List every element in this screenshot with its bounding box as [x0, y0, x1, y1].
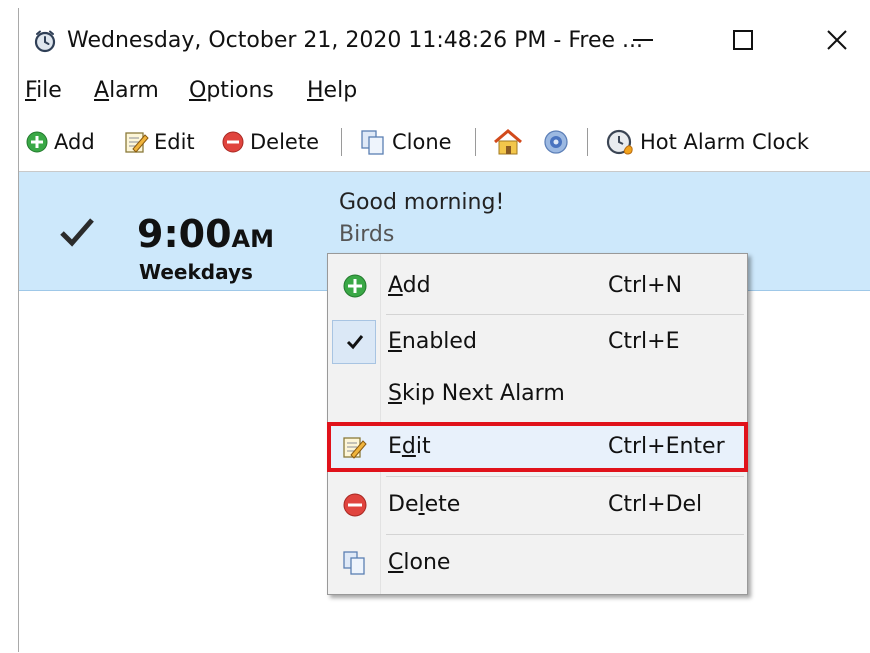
toolbar-separator: [475, 128, 476, 156]
toolbar-edit-label: Edit: [154, 130, 195, 154]
toolbar-clone-button[interactable]: Clone: [359, 126, 452, 158]
label-accel: C: [388, 550, 404, 575]
help-icon: [544, 130, 568, 154]
label-part: De: [388, 492, 419, 517]
menu-help-label: elp: [323, 78, 358, 103]
context-menu-enabled-label: Enabled: [388, 329, 477, 354]
context-menu-enabled[interactable]: Enabled Ctrl+E: [328, 320, 747, 364]
menu-alarm-label: larm: [109, 78, 159, 103]
clone-icon: [343, 551, 365, 575]
home-icon: [494, 129, 522, 155]
context-menu-divider: [386, 476, 744, 477]
label-accel: S: [388, 381, 402, 406]
menu-file-label: ile: [36, 78, 62, 103]
context-menu-delete[interactable]: Delete Ctrl+Del: [328, 483, 747, 527]
context-menu-add-shortcut: Ctrl+N: [608, 273, 683, 298]
label-part: dd: [402, 273, 431, 298]
label-part: lone: [403, 550, 451, 575]
toolbar-clone-label: Clone: [392, 130, 452, 154]
hot-alarm-clock-icon: [606, 129, 633, 155]
label-accel: d: [401, 434, 416, 459]
context-menu-edit-label: Edit: [388, 434, 431, 459]
add-icon: [343, 274, 367, 298]
toolbar-hot-alarm-clock-label: Hot Alarm Clock: [640, 130, 810, 154]
menu-file[interactable]: File: [25, 78, 62, 103]
toolbar: Add Edit Delete Clone Hot Alarm Clock: [19, 120, 870, 162]
context-menu-divider: [386, 534, 744, 535]
edit-icon: [125, 132, 149, 153]
label-accel: A: [388, 273, 403, 298]
toolbar-help-button[interactable]: [543, 126, 574, 158]
menu-file-accel: F: [25, 78, 37, 103]
edit-icon: [343, 437, 367, 459]
alarm-clock-app-icon: [34, 30, 56, 53]
label-part: it: [415, 434, 431, 459]
label-part: ete: [424, 492, 461, 517]
context-menu-enabled-shortcut: Ctrl+E: [608, 329, 680, 354]
label-accel: E: [388, 329, 402, 354]
toolbar-separator: [341, 128, 342, 156]
minimize-button[interactable]: [615, 18, 671, 62]
menu-bar: File Alarm Options Help: [19, 78, 870, 112]
context-menu-skip-next-alarm[interactable]: Skip Next Alarm: [328, 372, 747, 416]
context-menu-skip-label: Skip Next Alarm: [388, 381, 565, 406]
label-part: kip Next Alarm: [401, 381, 565, 406]
alarm-time-value: 9:00: [137, 212, 232, 256]
close-button[interactable]: [809, 18, 865, 62]
close-icon: [827, 30, 847, 50]
context-menu-delete-label: Delete: [388, 492, 460, 517]
toolbar-hot-alarm-clock-button[interactable]: Hot Alarm Clock: [605, 126, 809, 158]
label-part: E: [388, 434, 402, 459]
menu-options-accel: O: [189, 78, 207, 103]
context-menu-add-label: Add: [388, 273, 431, 298]
alarm-enabled-checkmark-icon[interactable]: [59, 216, 95, 248]
minimize-icon: [633, 39, 653, 41]
maximize-icon: [733, 30, 753, 50]
toolbar-edit-button[interactable]: Edit: [123, 126, 195, 158]
window-title: Wednesday, October 21, 2020 11:48:26 PM …: [67, 28, 643, 53]
delete-icon: [222, 131, 244, 153]
menu-options[interactable]: Options: [189, 78, 274, 103]
alarm-ampm: AM: [231, 225, 274, 253]
menu-help[interactable]: Help: [307, 78, 357, 103]
maximize-button[interactable]: [715, 18, 771, 62]
toolbar-separator: [587, 128, 588, 156]
context-menu-edit-shortcut: Ctrl+Enter: [608, 434, 725, 459]
context-menu-clone[interactable]: Clone: [328, 541, 747, 585]
menu-options-label: ptions: [206, 78, 274, 103]
menu-alarm[interactable]: Alarm: [94, 78, 159, 103]
label-part: nabled: [401, 329, 477, 354]
checkmark-icon: [346, 335, 364, 350]
clone-icon: [361, 130, 384, 155]
title-bar[interactable]: Wednesday, October 21, 2020 11:48:26 PM …: [19, 8, 870, 74]
toolbar-delete-button[interactable]: Delete: [221, 126, 319, 158]
toolbar-add-label: Add: [54, 130, 95, 154]
toolbar-add-button[interactable]: Add: [25, 126, 95, 158]
alarm-sound: Birds: [339, 222, 395, 247]
context-menu-divider: [386, 314, 744, 315]
toolbar-delete-label: Delete: [250, 130, 319, 154]
menu-alarm-accel: A: [94, 78, 110, 103]
context-menu: Add Ctrl+N Enabled Ctrl+E Skip Next Alar…: [327, 253, 748, 595]
context-menu-delete-shortcut: Ctrl+Del: [608, 492, 703, 517]
alarm-time: 9:00AM: [137, 212, 274, 256]
menu-help-accel: H: [307, 78, 324, 103]
add-icon: [26, 131, 48, 153]
alarm-days: Weekdays: [139, 260, 253, 284]
context-menu-clone-label: Clone: [388, 550, 450, 575]
toolbar-home-button[interactable]: [493, 126, 528, 158]
context-menu-edit[interactable]: Edit Ctrl+Enter: [328, 425, 747, 469]
alarm-message: Good morning!: [339, 190, 505, 215]
delete-icon: [343, 493, 367, 517]
context-menu-add[interactable]: Add Ctrl+N: [328, 264, 747, 308]
